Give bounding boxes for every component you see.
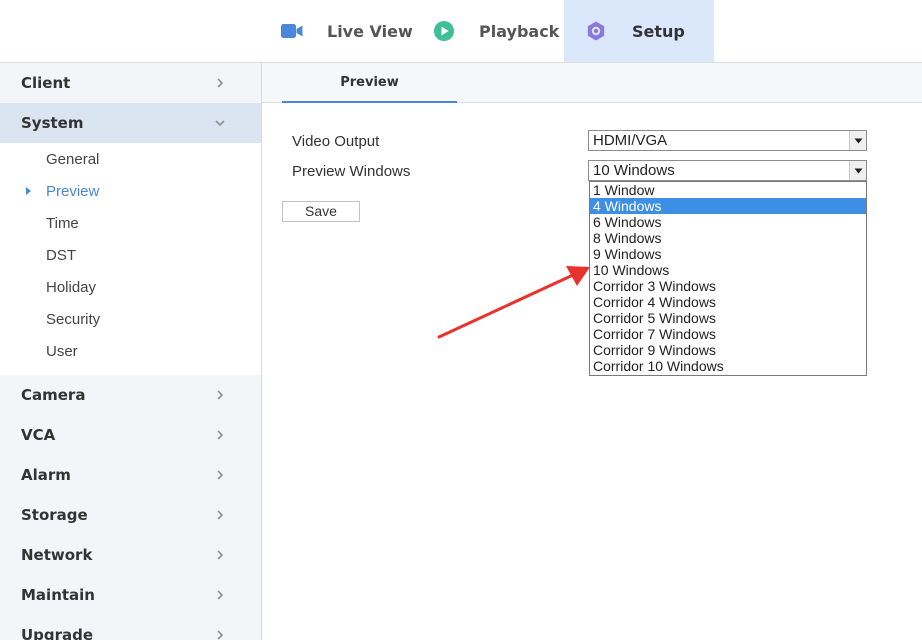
preview-windows-value: 10 Windows: [593, 162, 675, 179]
nav-live-view[interactable]: Live View: [279, 0, 413, 62]
sidebar-group-client[interactable]: Client: [0, 63, 261, 103]
sidebar-group-camera[interactable]: Camera: [0, 375, 261, 415]
chevron-right-icon: [217, 470, 224, 480]
sidebar-item-security[interactable]: Security: [0, 304, 261, 336]
sidebar-item-time[interactable]: Time: [0, 208, 261, 240]
sidebar-item-holiday[interactable]: Holiday: [0, 272, 261, 304]
dropdown-option[interactable]: Corridor 10 Windows: [590, 358, 866, 374]
sidebar-item-label: Holiday: [46, 279, 97, 296]
chevron-down-icon: [215, 120, 225, 127]
chevron-right-icon: [217, 550, 224, 560]
dropdown-option[interactable]: 6 Windows: [590, 214, 866, 230]
dropdown-option[interactable]: 10 Windows: [590, 262, 866, 278]
sidebar-group-alarm[interactable]: Alarm: [0, 455, 261, 495]
dropdown-option[interactable]: 9 Windows: [590, 246, 866, 262]
sidebar-group-label: Network: [21, 546, 93, 564]
save-button[interactable]: Save: [282, 201, 360, 222]
sidebar-item-label: Preview: [46, 183, 100, 200]
sidebar-group-label: Alarm: [21, 466, 71, 484]
tab-bar: Preview: [262, 62, 922, 103]
sidebar-group-label: Client: [21, 74, 71, 92]
sidebar-group-maintain[interactable]: Maintain: [0, 575, 261, 615]
sidebar-group-label: Upgrade: [21, 626, 94, 640]
dropdown-option[interactable]: Corridor 9 Windows: [590, 342, 866, 358]
sidebar: Client System General Preview Time DST H…: [0, 62, 262, 640]
nav-live-view-label: Live View: [327, 21, 413, 41]
nav-playback[interactable]: Playback: [431, 0, 559, 62]
nav-playback-label: Playback: [479, 21, 560, 41]
sidebar-group-label: Maintain: [21, 586, 95, 604]
tab-preview[interactable]: Preview: [282, 63, 457, 103]
sidebar-item-general[interactable]: General: [0, 144, 261, 176]
dropdown-option[interactable]: Corridor 5 Windows: [590, 310, 866, 326]
system-submenu: General Preview Time DST Holiday Securit…: [0, 143, 261, 375]
sidebar-group-system[interactable]: System: [0, 103, 261, 143]
sidebar-group-storage[interactable]: Storage: [0, 495, 261, 535]
sidebar-item-dst[interactable]: DST: [0, 240, 261, 272]
dropdown-option-highlighted[interactable]: 4 Windows: [590, 198, 866, 214]
play-circle-icon: [431, 18, 457, 44]
sidebar-item-label: Time: [46, 215, 79, 232]
dropdown-option[interactable]: Corridor 3 Windows: [590, 278, 866, 294]
sidebar-group-vca[interactable]: VCA: [0, 415, 261, 455]
sidebar-item-user[interactable]: User: [0, 336, 261, 368]
chevron-right-icon: [217, 590, 224, 600]
chevron-right-icon: [217, 430, 224, 440]
dropdown-option[interactable]: Corridor 7 Windows: [590, 326, 866, 342]
preview-windows-dropdown-list: 1 Window 4 Windows 6 Windows 8 Windows 9…: [589, 181, 867, 376]
dropdown-arrow-icon[interactable]: [849, 161, 866, 180]
video-output-value: HDMI/VGA: [593, 132, 668, 149]
dropdown-arrow-icon[interactable]: [849, 131, 866, 150]
preview-windows-label: Preview Windows: [292, 163, 411, 180]
video-output-label: Video Output: [292, 133, 380, 150]
top-navigation: Live View Playback Setup: [0, 0, 922, 62]
sidebar-group-label: Storage: [21, 506, 88, 524]
sidebar-group-network[interactable]: Network: [0, 535, 261, 575]
sidebar-item-label: DST: [46, 247, 76, 264]
dropdown-option[interactable]: Corridor 4 Windows: [590, 294, 866, 310]
gear-icon: [583, 18, 609, 44]
chevron-right-icon: [217, 390, 224, 400]
chevron-right-icon: [217, 510, 224, 520]
sidebar-group-upgrade[interactable]: Upgrade: [0, 615, 261, 640]
sidebar-group-label: System: [21, 114, 84, 132]
chevron-right-icon: [217, 630, 224, 640]
chevron-right-icon: [217, 78, 224, 88]
nav-setup-label: Setup: [632, 21, 685, 41]
sidebar-item-preview[interactable]: Preview: [0, 176, 261, 208]
dropdown-option[interactable]: 1 Window: [590, 182, 866, 198]
video-camera-icon: [279, 18, 305, 44]
dropdown-option[interactable]: 8 Windows: [590, 230, 866, 246]
sidebar-group-label: VCA: [21, 426, 56, 444]
sidebar-item-label: User: [46, 343, 78, 360]
active-indicator-icon: [26, 187, 31, 195]
sidebar-item-label: General: [46, 151, 100, 168]
nav-setup[interactable]: Setup: [564, 0, 714, 62]
sidebar-group-label: Camera: [21, 386, 86, 404]
sidebar-item-label: Security: [46, 311, 101, 328]
video-output-select[interactable]: HDMI/VGA: [588, 130, 867, 151]
preview-windows-select[interactable]: 10 Windows: [588, 160, 867, 181]
